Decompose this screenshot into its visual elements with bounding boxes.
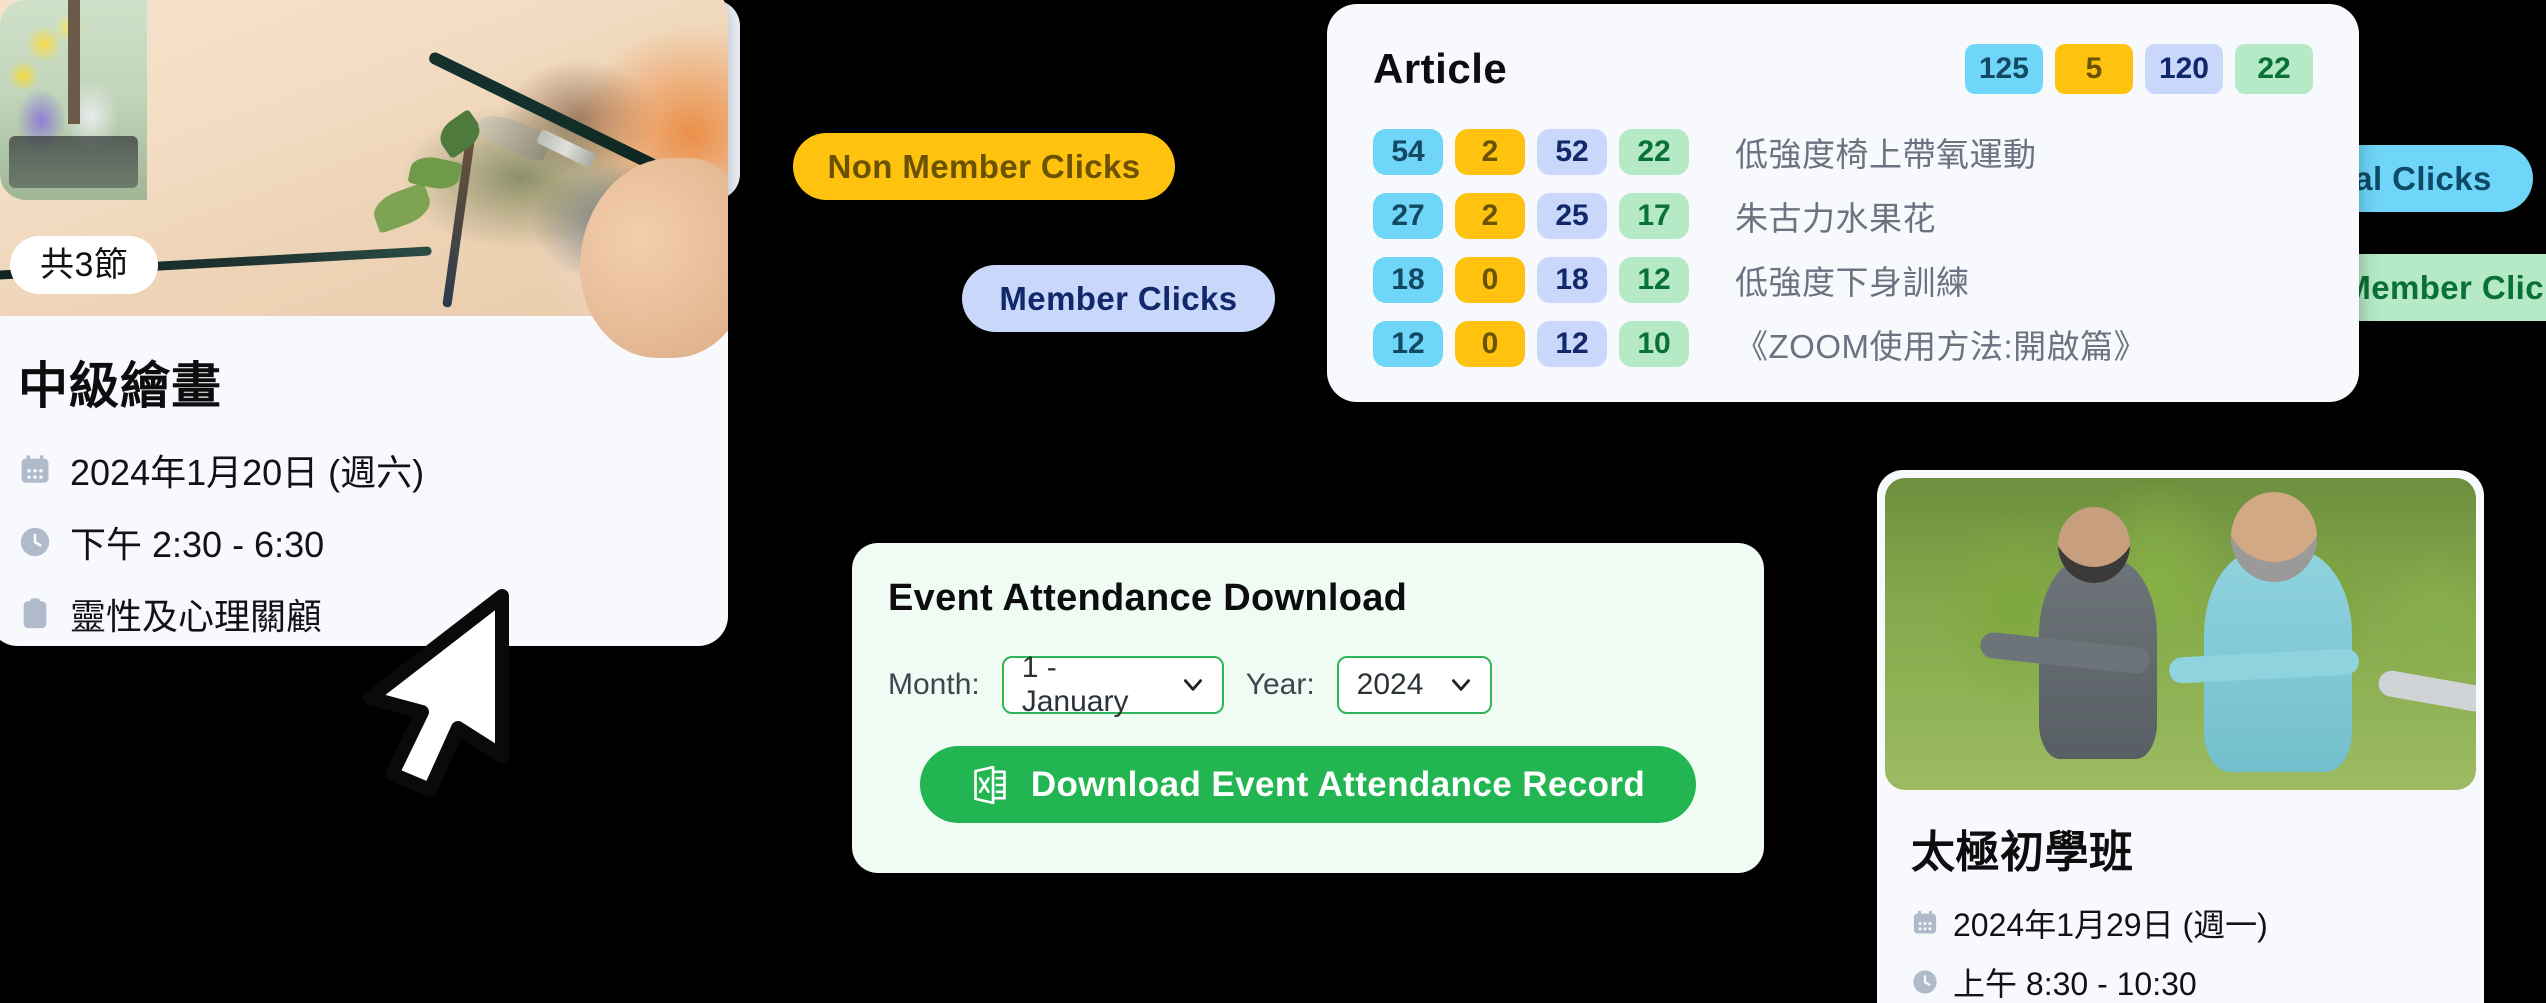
taichi-card-body: 太極初學班 2024年1月29日 (週一) 上午 8:30 - 10:30 健康… — [1885, 790, 2476, 1003]
attendance-controls: Month: 1 - January Year: 2024 — [888, 651, 1728, 718]
row-badges: 54 2 52 22 — [1373, 129, 1695, 175]
member-clicks-badge: 120 — [2144, 44, 2223, 94]
member-clicks-badge: 25 — [1537, 193, 1607, 239]
table-row[interactable]: 12 0 12 10 《ZOOM使用方法:開啟篇》 — [1373, 320, 2313, 368]
legend-pill-member-clicks[interactable]: Member Clicks — [962, 265, 1275, 332]
member-clicks-badge: 52 — [1537, 129, 1607, 175]
clipboard-icon — [18, 597, 52, 631]
unique-member-clicks-badge: 17 — [1619, 193, 1689, 239]
member-clicks-badge: 12 — [1537, 321, 1607, 367]
month-select[interactable]: 1 - January — [1001, 651, 1224, 718]
taichi-course-card[interactable]: 太極初學班 2024年1月29日 (週一) 上午 8:30 - 10:30 健康… — [1877, 470, 2484, 1003]
total-clicks-badge: 18 — [1373, 257, 1443, 303]
taichi-image — [1885, 478, 2476, 790]
course-date-row: 2024年1月20日 (週六) — [18, 444, 698, 496]
unique-member-clicks-badge: 22 — [2235, 44, 2313, 94]
chevron-down-icon — [1448, 672, 1474, 698]
excel-file-icon — [971, 765, 1009, 805]
course-title: 中級繪畫 — [18, 358, 222, 414]
calendar-icon — [1911, 909, 1939, 937]
row-badges: 18 0 18 12 — [1373, 257, 1695, 303]
non-member-clicks-badge: 2 — [1455, 193, 1525, 239]
article-title-label: 低強度下身訓練 — [1735, 264, 1970, 301]
course-time-row: 下午 2:30 - 6:30 — [18, 516, 698, 568]
year-label: Year: — [1245, 668, 1315, 701]
non-member-clicks-badge: 0 — [1455, 321, 1525, 367]
article-panel-title: Article — [1373, 45, 1508, 92]
unique-member-clicks-badge: 12 — [1619, 257, 1689, 303]
row-badges: 12 0 12 10 — [1373, 321, 1695, 367]
head — [2230, 492, 2317, 583]
legend-pill-non-member-clicks[interactable]: Non Member Clicks — [793, 133, 1175, 200]
table-row[interactable]: 27 2 25 17 朱古力水果花 — [1373, 192, 2313, 240]
article-title-label: 朱古力水果花 — [1735, 200, 1936, 237]
taichi-time: 上午 8:30 - 10:30 — [1953, 966, 2197, 1002]
unique-member-clicks-badge: 22 — [1619, 129, 1689, 175]
month-label: Month: — [888, 668, 980, 701]
article-title-label: 《ZOOM使用方法:開啟篇》 — [1735, 328, 2148, 365]
article-header: Article 125 5 120 22 — [1373, 44, 2313, 94]
month-select-value: 1 - January — [1021, 651, 1129, 718]
taichi-time-row: 上午 8:30 - 10:30 — [1911, 959, 2450, 1003]
total-clicks-badge: 125 — [1964, 44, 2043, 94]
painting-leaf — [368, 181, 435, 234]
article-total-badges: 125 5 120 22 — [1964, 44, 2313, 94]
article-panel: Article 125 5 120 22 54 2 52 22 低強度椅上帶氧運… — [1327, 4, 2359, 402]
table-row[interactable]: 54 2 52 22 低強度椅上帶氧運動 — [1373, 128, 2313, 176]
screen: 共3節 中級繪畫 2024年1月20日 (週六) 下午 2:30 - 6:30 — [0, 0, 2546, 1003]
non-member-clicks-badge: 2 — [1455, 129, 1525, 175]
course-category: 靈性及心理關顧 — [70, 596, 323, 637]
row-badges: 27 2 25 17 — [1373, 193, 1695, 239]
hand — [580, 157, 728, 358]
calendar-icon — [18, 453, 52, 487]
taichi-date-row: 2024年1月29日 (週一) — [1911, 900, 2450, 946]
chevron-down-icon — [1180, 672, 1206, 698]
non-member-clicks-badge: 0 — [1455, 257, 1525, 303]
total-clicks-badge: 54 — [1373, 129, 1443, 175]
taichi-title: 太極初學班 — [1911, 828, 2134, 877]
non-member-clicks-badge: 5 — [2054, 44, 2133, 94]
download-event-attendance-record-button[interactable]: Download Event Attendance Record — [920, 746, 1696, 823]
course-time: 下午 2:30 - 6:30 — [70, 524, 325, 565]
download-button-label: Download Event Attendance Record — [1030, 764, 1646, 804]
article-title-label: 低強度椅上帶氧運動 — [1735, 136, 2037, 173]
total-clicks-badge: 12 — [1373, 321, 1443, 367]
panel-title: Event Attendance Download — [888, 577, 1408, 619]
year-select[interactable]: 2024 — [1336, 656, 1492, 714]
painting-leaf — [434, 108, 487, 160]
event-attendance-download-panel: Event Attendance Download Month: 1 - Jan… — [852, 543, 1764, 873]
arm — [2376, 668, 2476, 714]
session-count-badge: 共3節 — [10, 236, 159, 294]
mouse-pointer-icon — [352, 588, 512, 798]
course-date: 2024年1月20日 (週六) — [70, 452, 425, 493]
clock-icon — [1911, 968, 1939, 996]
table-row[interactable]: 18 0 18 12 低強度下身訓練 — [1373, 256, 2313, 304]
taichi-date: 2024年1月29日 (週一) — [1953, 907, 2268, 943]
clock-icon — [18, 525, 52, 559]
head — [2057, 507, 2130, 584]
tree-trunk — [67, 0, 80, 124]
member-clicks-badge: 18 — [1537, 257, 1607, 303]
year-select-value: 2024 — [1356, 668, 1424, 701]
bicycle — [8, 136, 139, 188]
news-thumbnail — [0, 0, 147, 200]
total-clicks-badge: 27 — [1373, 193, 1443, 239]
unique-member-clicks-badge: 10 — [1619, 321, 1689, 367]
